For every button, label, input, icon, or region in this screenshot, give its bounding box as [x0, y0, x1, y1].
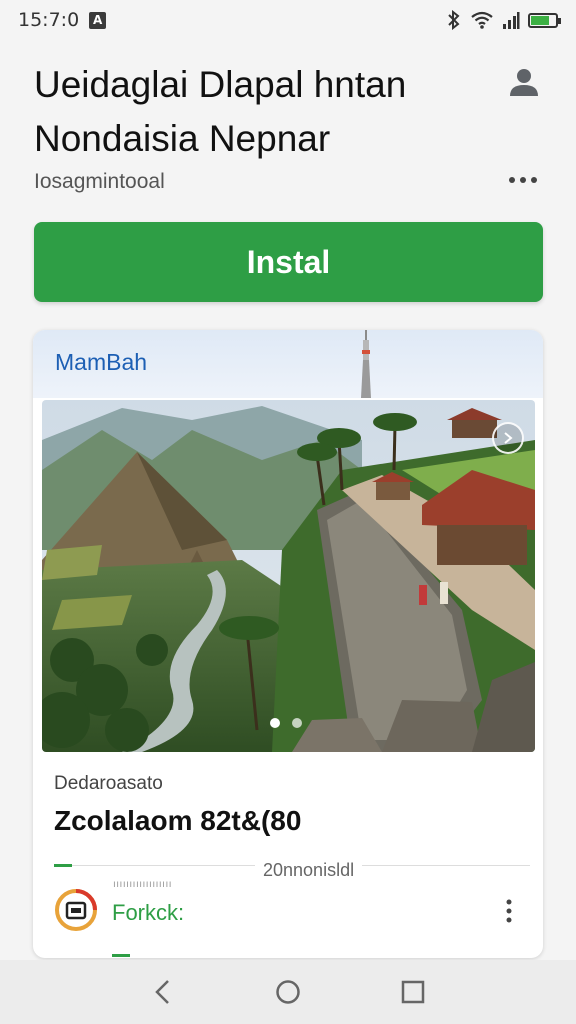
more-horizontal-icon	[509, 177, 537, 183]
nav-back-button[interactable]	[143, 972, 183, 1012]
app-logo-icon[interactable]	[54, 888, 98, 932]
home-icon	[276, 980, 300, 1004]
nav-home-button[interactable]	[268, 972, 308, 1012]
battery-icon	[528, 12, 561, 28]
divider-accent	[54, 864, 72, 867]
featured-card[interactable]: MamBah Dedaroasato Zcolalaom 82t&(80 20n…	[33, 330, 543, 958]
account-button[interactable]	[505, 63, 543, 101]
developer-subtitle: Iosagmintooal	[34, 170, 165, 193]
landscape-image	[42, 400, 535, 752]
chevron-right-icon	[504, 432, 513, 444]
more-vertical-icon	[506, 899, 512, 923]
hero-image-carousel[interactable]	[42, 400, 535, 752]
nav-recents-button[interactable]	[393, 972, 433, 1012]
tower-illustration	[361, 330, 371, 398]
divider-caption: 20nnonisldl	[255, 860, 363, 881]
status-bar: 15:7:0 A	[0, 0, 576, 40]
app-title-line1: Ueidaglai Dlapal hntan	[34, 64, 407, 105]
install-button[interactable]: Instal	[34, 222, 543, 302]
card-title: MamBah	[55, 349, 148, 375]
system-nav-bar	[0, 960, 576, 1024]
footer-more-button[interactable]	[499, 895, 519, 927]
notification-icon: A	[89, 11, 107, 29]
bluetooth-icon	[448, 10, 460, 30]
status-time: 15:7:0	[18, 9, 80, 31]
card-label: Dedaroasato	[54, 773, 163, 794]
carousel-dot[interactable]	[292, 718, 302, 728]
status-right	[446, 10, 561, 30]
carousel-next-button[interactable]	[492, 422, 524, 454]
signal-icon	[503, 12, 520, 29]
card-value: Zcolalaom 82t&(80	[54, 805, 302, 836]
more-options-button[interactable]	[505, 168, 541, 192]
person-icon	[510, 69, 538, 96]
footer-app-name[interactable]: Forkck:	[112, 900, 184, 926]
app-title-line2: Nondaisia Nepnar	[34, 118, 331, 159]
recents-icon	[402, 980, 425, 1004]
footer-caption: ıııııııııııııııııı	[113, 879, 173, 890]
footer-underline	[112, 954, 130, 957]
back-icon	[154, 980, 169, 1004]
status-left: 15:7:0 A	[18, 9, 107, 31]
wifi-icon	[471, 11, 493, 29]
carousel-dot-active[interactable]	[270, 718, 280, 728]
carousel-indicator	[270, 718, 302, 728]
app-title: Ueidaglai Dlapal hntan Nondaisia Nepnar	[34, 58, 494, 166]
